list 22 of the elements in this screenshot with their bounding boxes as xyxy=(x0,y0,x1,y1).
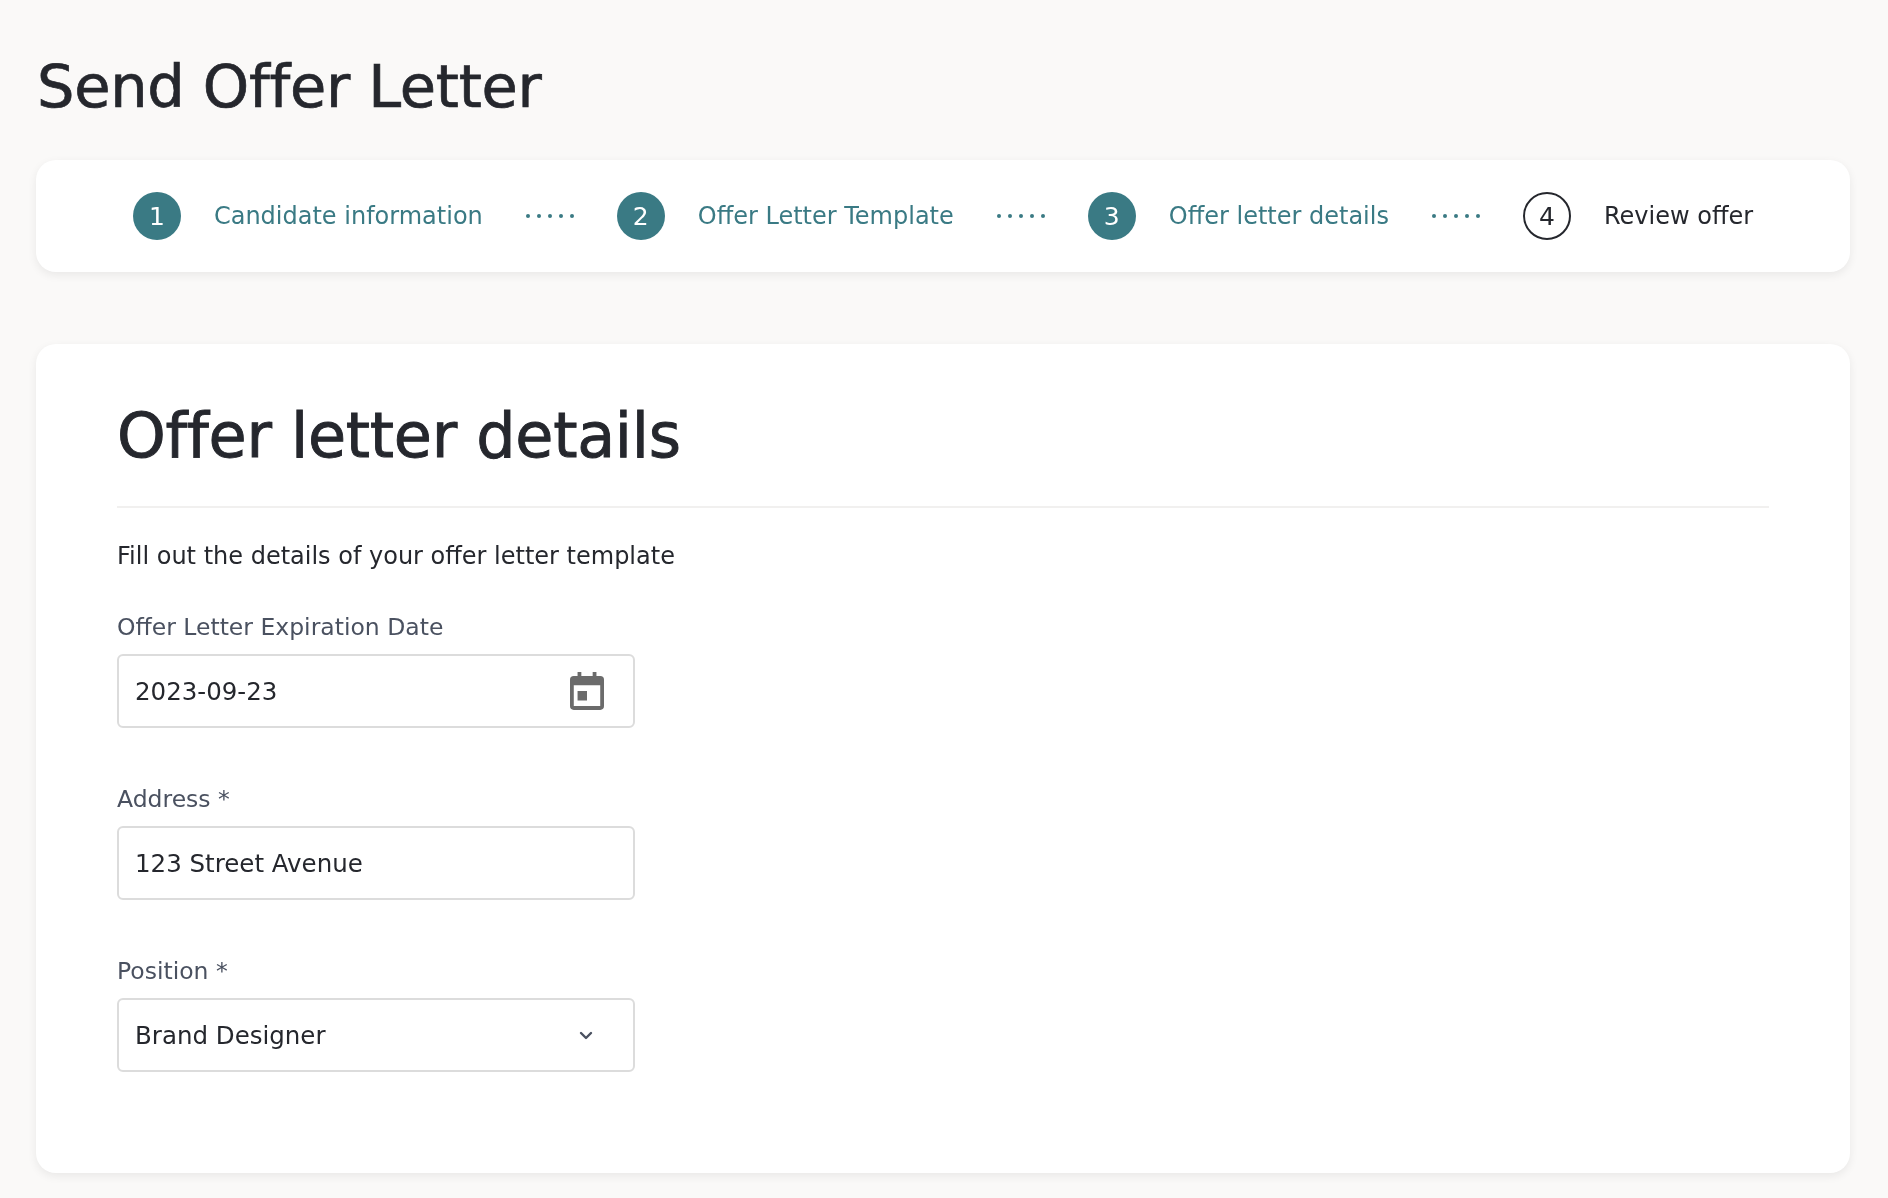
step-number: 3 xyxy=(1087,192,1136,240)
dotted-connector-icon xyxy=(996,214,1045,218)
field-label: Offer Letter Expiration Date xyxy=(117,613,444,642)
date-field[interactable]: 2023-09-23 xyxy=(117,654,635,728)
form-description: Fill out the details of your offer letter template xyxy=(117,542,675,571)
step-number: 1 xyxy=(132,192,181,240)
form-heading: Offer letter details xyxy=(117,398,681,474)
field-label: Position * xyxy=(117,957,228,986)
step-label[interactable]: Offer letter details xyxy=(1168,202,1389,230)
address-field[interactable]: 123 Street Avenue xyxy=(117,826,635,900)
step-label[interactable]: Candidate information xyxy=(213,202,483,230)
page-title: Send Offer Letter xyxy=(37,51,542,123)
dotted-connector-icon xyxy=(1431,214,1480,218)
step-number: 2 xyxy=(616,192,665,240)
step-label[interactable]: Review offer xyxy=(1603,202,1754,230)
step-number: 4 xyxy=(1522,192,1571,240)
calendar-icon[interactable] xyxy=(570,672,604,710)
chevron-down-icon xyxy=(579,1030,593,1040)
step-label[interactable]: Offer Letter Template xyxy=(697,202,954,230)
position-select[interactable]: Brand Designer xyxy=(117,998,635,1072)
field-label: Address * xyxy=(117,785,230,814)
dotted-connector-icon xyxy=(525,214,574,218)
